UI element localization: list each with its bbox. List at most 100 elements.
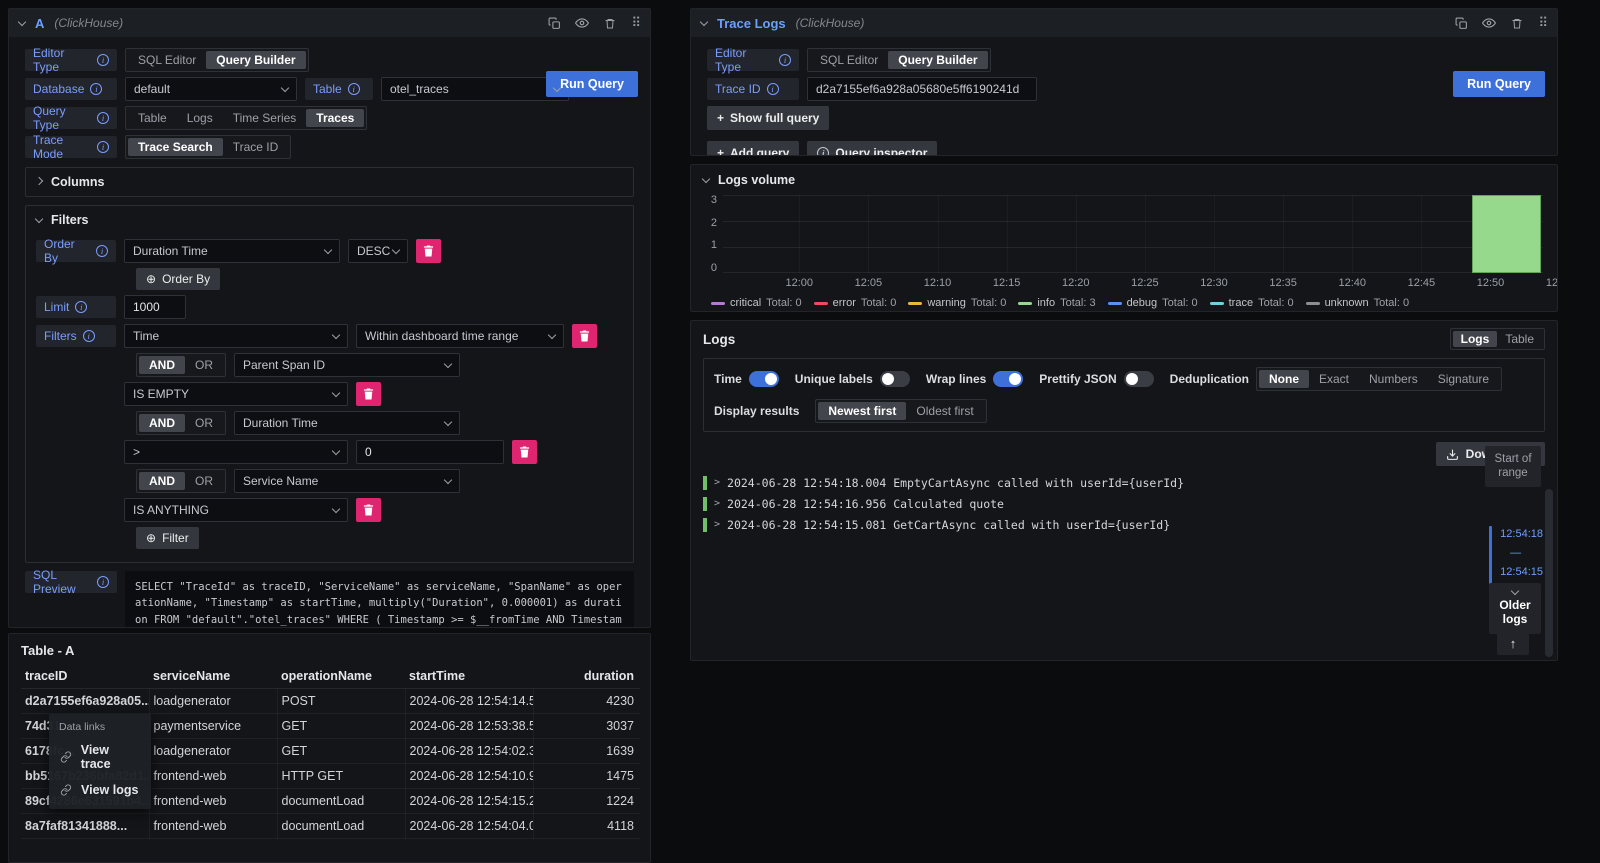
display-results-group-oldest-first[interactable]: Oldest first: [906, 402, 983, 420]
trace-id-link[interactable]: 8a7faf81341888...: [21, 813, 149, 838]
panel-a-header[interactable]: A (ClickHouse) ⠿: [9, 9, 650, 37]
scroll-to-top-button[interactable]: ↑: [1497, 631, 1529, 655]
expand-log-icon[interactable]: >: [714, 497, 720, 511]
delete-order-by-button[interactable]: [416, 239, 441, 263]
eye-icon[interactable]: [575, 16, 589, 30]
run-query-button[interactable]: Run Query: [1453, 71, 1545, 97]
editor-type-group-query-builder[interactable]: Query Builder: [206, 51, 305, 69]
info-icon[interactable]: i: [90, 83, 102, 95]
log-row[interactable]: >2024-06-28 12:54:18.004 EmptyCartAsync …: [703, 476, 1407, 490]
delete-filter-button[interactable]: [356, 498, 381, 522]
drag-handle-icon[interactable]: ⠿: [631, 15, 640, 31]
legend-item-debug[interactable]: debugTotal: 0: [1108, 297, 1198, 309]
filter-field-select[interactable]: Service Name: [234, 469, 460, 493]
drag-handle-icon[interactable]: ⠿: [1538, 15, 1547, 31]
copy-icon[interactable]: [547, 16, 561, 30]
trash-icon[interactable]: [1510, 16, 1524, 30]
bool-and[interactable]: AND: [139, 472, 185, 490]
run-query-button[interactable]: Run Query: [546, 71, 638, 97]
info-icon[interactable]: i: [767, 83, 779, 95]
deduplication-group-none[interactable]: None: [1259, 370, 1309, 388]
filter-field-select[interactable]: Parent Span ID: [234, 353, 460, 377]
query-type-group-table[interactable]: Table: [128, 109, 177, 127]
query-type-group-logs[interactable]: Logs: [177, 109, 223, 127]
trace-mode-group-trace-id[interactable]: Trace ID: [223, 138, 289, 156]
filters-section-header[interactable]: Filters: [36, 206, 623, 234]
legend-item-error[interactable]: errorTotal: 0: [814, 297, 897, 309]
context-menu-item-view-trace[interactable]: View trace: [49, 737, 151, 777]
eye-icon[interactable]: [1482, 16, 1496, 30]
filter-value-input[interactable]: 0: [356, 440, 504, 464]
query-type-group-traces[interactable]: Traces: [306, 109, 364, 127]
query-type-group-time-series[interactable]: Time Series: [223, 109, 307, 127]
info-icon[interactable]: i: [97, 112, 109, 124]
older-logs-button[interactable]: Older logs: [1489, 583, 1541, 634]
logs-scrollbar[interactable]: [1545, 489, 1553, 657]
bool-or[interactable]: OR: [185, 356, 223, 374]
trace-id-link[interactable]: d2a7155ef6a928a05...: [21, 688, 149, 713]
info-icon[interactable]: i: [97, 141, 109, 153]
time-filter-field-select[interactable]: Time: [124, 324, 348, 348]
info-icon[interactable]: i: [779, 54, 791, 66]
database-select[interactable]: default: [125, 77, 297, 101]
table-select[interactable]: otel_traces: [381, 77, 569, 101]
column-header-servicename[interactable]: serviceName: [149, 664, 277, 688]
log-row[interactable]: >2024-06-28 12:54:16.956 Calculated quot…: [703, 497, 1407, 511]
log-row[interactable]: >2024-06-28 12:54:15.081 GetCartAsync ca…: [703, 518, 1407, 532]
filter-field-select[interactable]: Duration Time: [234, 411, 460, 435]
info-icon[interactable]: i: [97, 576, 109, 588]
info-icon[interactable]: i: [75, 301, 87, 313]
query-inspector-button[interactable]: iQuery inspector: [807, 141, 937, 156]
bool-and[interactable]: AND: [139, 356, 185, 374]
editor-type-group-query-builder[interactable]: Query Builder: [888, 51, 987, 69]
toggle-wrap-lines[interactable]: [993, 371, 1023, 387]
expand-log-icon[interactable]: >: [714, 518, 720, 532]
add-query-button[interactable]: +Add query: [707, 141, 799, 156]
delete-filter-button[interactable]: [512, 440, 537, 464]
legend-item-unknown[interactable]: unknownTotal: 0: [1306, 297, 1410, 309]
logs-volume-header[interactable]: Logs volume: [691, 165, 1557, 191]
add-filter-button[interactable]: ⊕Filter: [136, 527, 199, 549]
columns-section-header[interactable]: Columns: [36, 168, 623, 196]
info-icon[interactable]: i: [97, 54, 109, 66]
legend-item-warning[interactable]: warningTotal: 0: [908, 297, 1006, 309]
info-icon[interactable]: i: [96, 245, 108, 257]
delete-time-filter-button[interactable]: [572, 324, 597, 348]
deduplication-group-signature[interactable]: Signature: [1428, 370, 1499, 388]
column-header-traceid[interactable]: traceID: [21, 664, 149, 688]
toggle-unique-labels[interactable]: [880, 371, 910, 387]
display-results-group-newest-first[interactable]: Newest first: [818, 402, 906, 420]
deduplication-group-exact[interactable]: Exact: [1309, 370, 1359, 388]
time-filter-operator-select[interactable]: Within dashboard time range: [356, 324, 564, 348]
bool-or[interactable]: OR: [185, 472, 223, 490]
info-icon[interactable]: i: [348, 83, 360, 95]
copy-icon[interactable]: [1454, 16, 1468, 30]
bool-or[interactable]: OR: [185, 414, 223, 432]
trace-id-input[interactable]: d2a7155ef6a928a05680e5ff6190241d: [807, 77, 1037, 101]
order-direction-select[interactable]: DESC: [348, 239, 408, 263]
legend-item-trace[interactable]: traceTotal: 0: [1210, 297, 1294, 309]
column-header-duration[interactable]: duration: [533, 664, 640, 688]
editor-type-group-sql-editor[interactable]: SQL Editor: [128, 51, 206, 69]
toggle-prettify-json[interactable]: [1124, 371, 1154, 387]
add-order-by-button[interactable]: ⊕Order By: [136, 268, 220, 290]
show-full-query-button[interactable]: +Show full query: [707, 106, 829, 130]
collapse-chevron-icon[interactable]: [18, 17, 26, 25]
log-range-indicator[interactable]: 12:54:18 — 12:54:15: [1489, 526, 1543, 588]
toggle-time[interactable]: [749, 371, 779, 387]
legend-item-info[interactable]: infoTotal: 3: [1018, 297, 1095, 309]
context-menu-item-view-logs[interactable]: View logs: [49, 777, 151, 803]
trash-icon[interactable]: [603, 16, 617, 30]
logs-view-toggle-logs[interactable]: Logs: [1453, 331, 1498, 347]
filter-operator-select[interactable]: >: [124, 440, 348, 464]
legend-item-critical[interactable]: criticalTotal: 0: [711, 297, 802, 309]
order-by-field-select[interactable]: Duration Time: [124, 239, 340, 263]
limit-input[interactable]: 1000: [124, 295, 186, 319]
delete-filter-button[interactable]: [356, 382, 381, 406]
deduplication-group-numbers[interactable]: Numbers: [1359, 370, 1428, 388]
plot-area[interactable]: 12:0012:0512:1012:1512:2012:2512:3012:35…: [723, 195, 1543, 273]
trace-logs-header[interactable]: Trace Logs (ClickHouse) ⠿: [691, 9, 1557, 37]
bool-and[interactable]: AND: [139, 414, 185, 432]
info-icon[interactable]: i: [83, 330, 95, 342]
expand-log-icon[interactable]: >: [714, 476, 720, 490]
